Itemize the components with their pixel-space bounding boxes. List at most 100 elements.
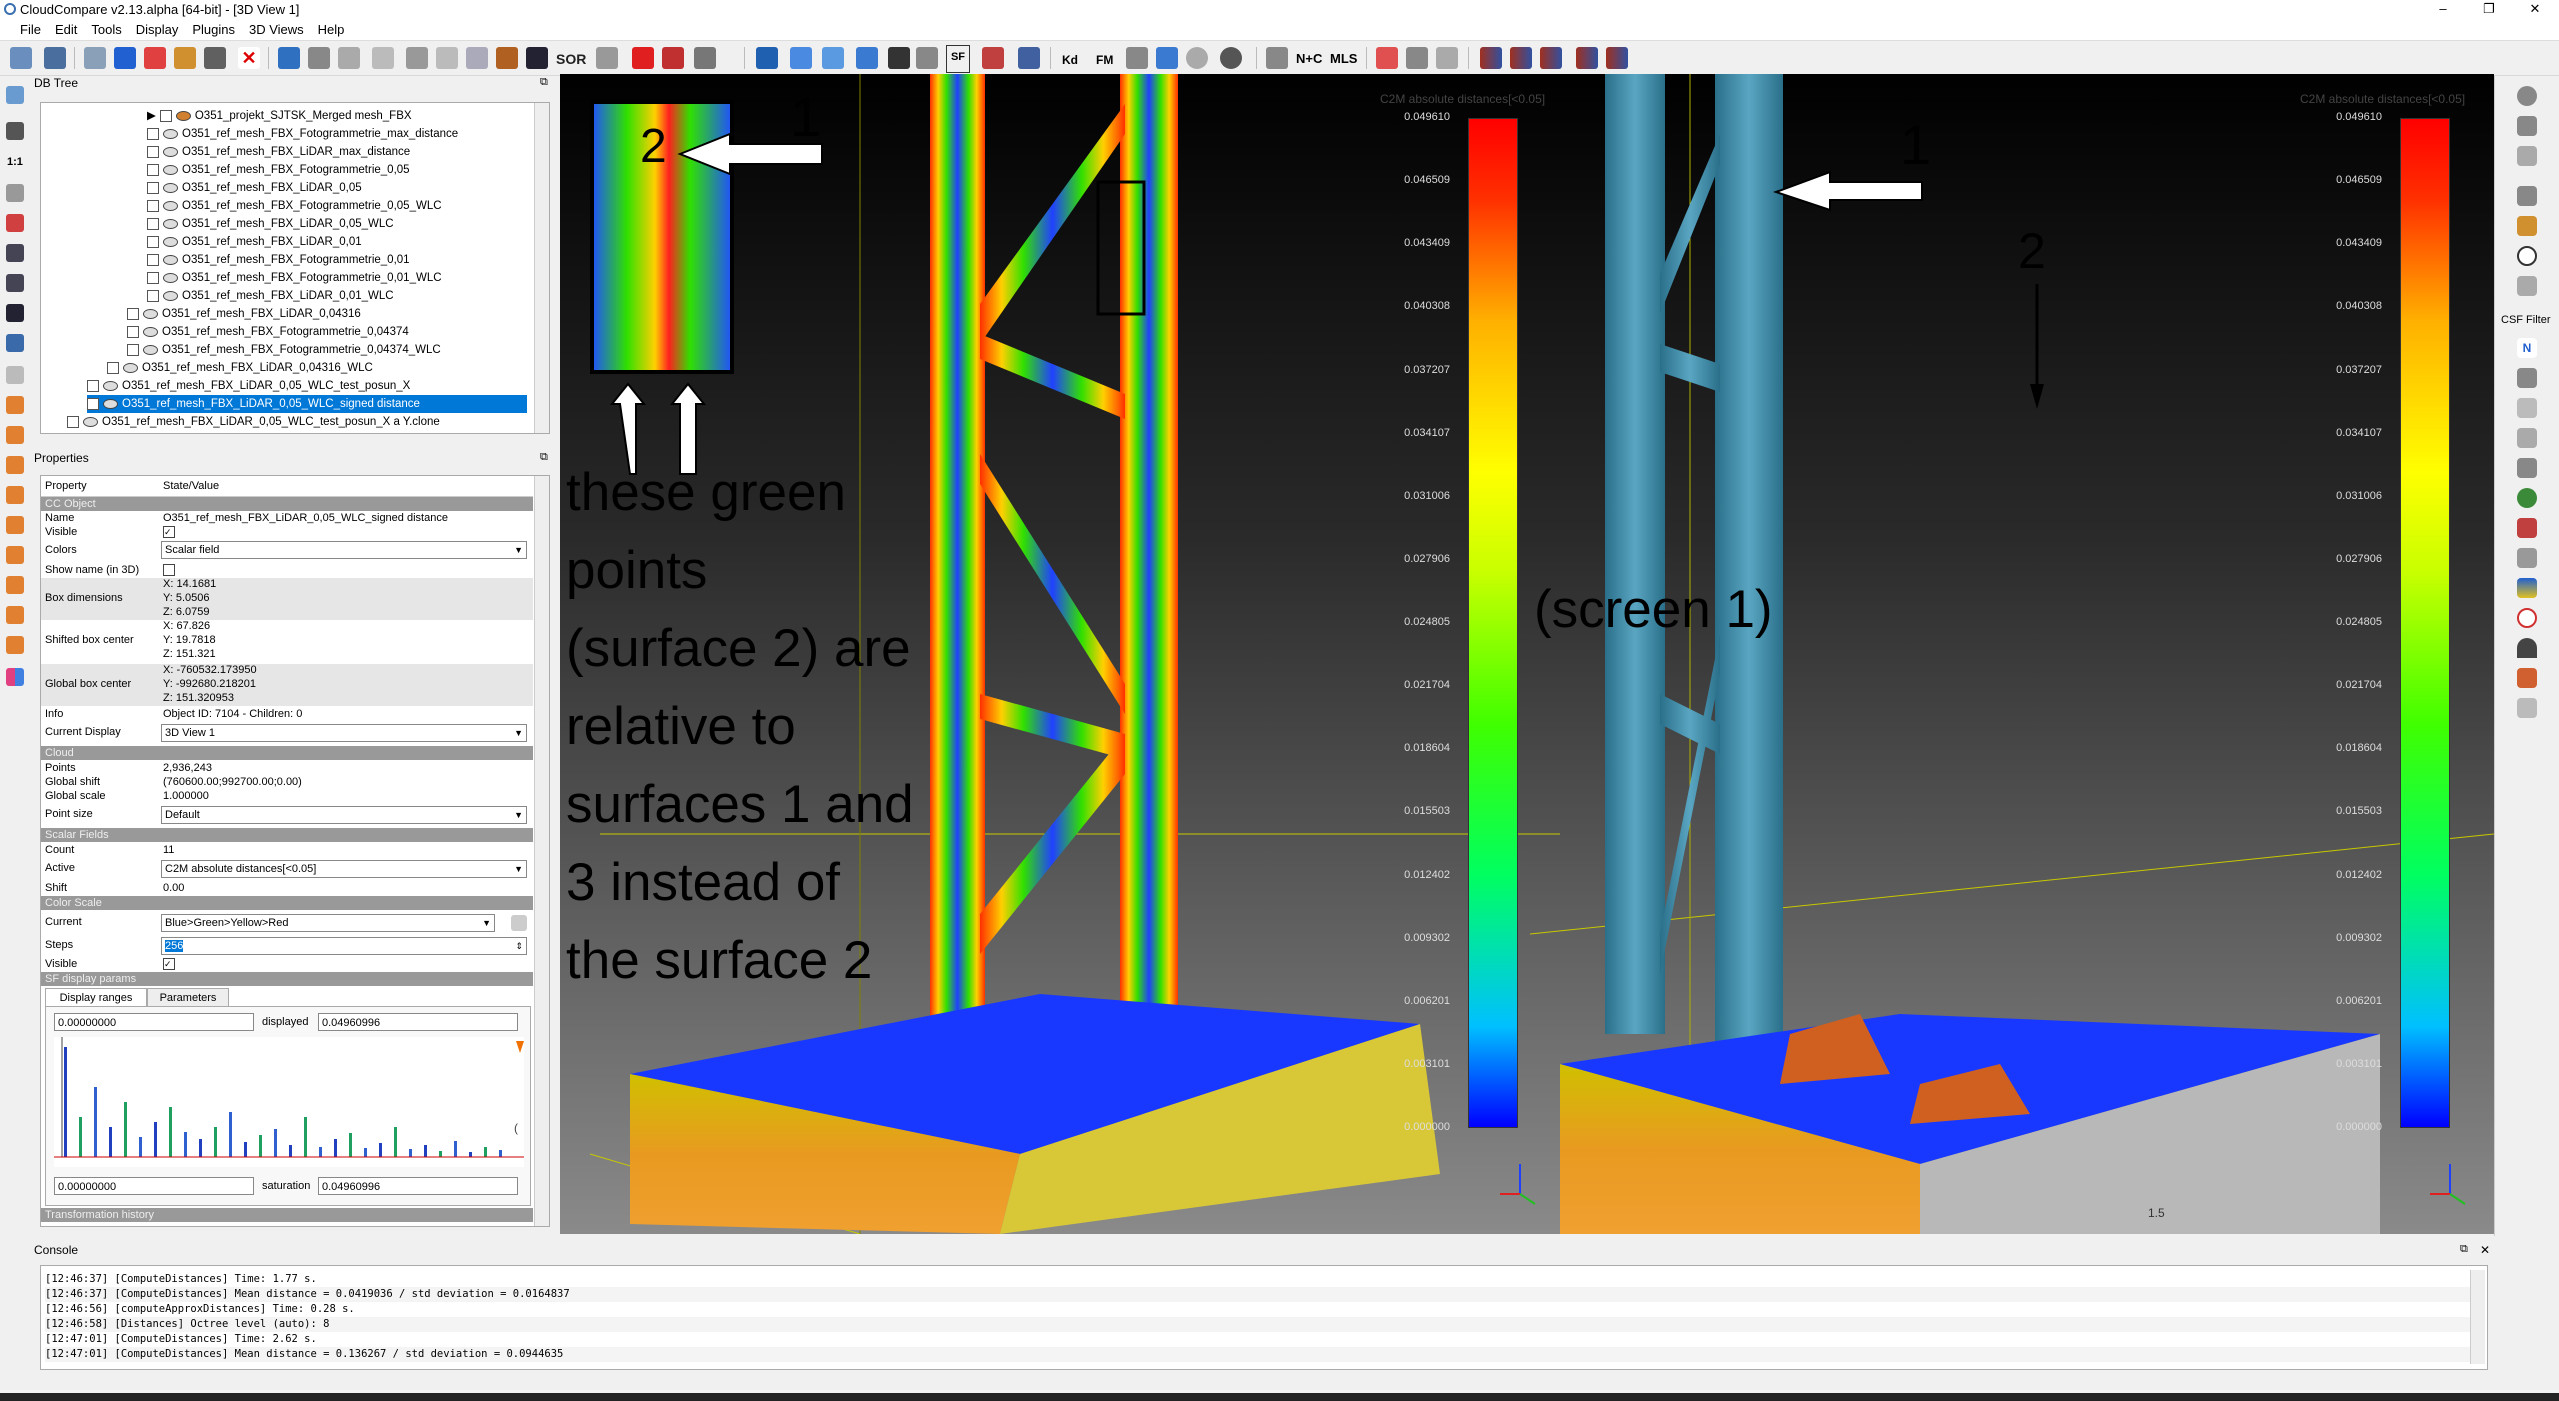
point-pick-icon[interactable] [144, 47, 166, 69]
color-ramp-5-icon[interactable] [1606, 47, 1628, 69]
pivot-icon[interactable] [6, 184, 24, 202]
perspective-icon[interactable] [6, 244, 24, 262]
plugin-8-icon[interactable] [2517, 518, 2537, 538]
canupo-train-icon[interactable] [1018, 47, 1040, 69]
right-view-icon[interactable] [6, 486, 24, 504]
tree-item[interactable]: O351_ref_mesh_FBX_LiDAR_0,05 [147, 179, 362, 197]
tree-item[interactable]: O351_ref_mesh_FBX_Fotogrammetrie_0,01_WL… [147, 269, 442, 287]
sf-gradient-icon[interactable] [790, 47, 812, 69]
visible-checkbox[interactable]: ✓ [163, 526, 175, 538]
tree-item[interactable]: O351_ref_mesh_FBX_LiDAR_0,05_WLC [147, 215, 394, 233]
color-ramp-3-icon[interactable] [1540, 47, 1562, 69]
view-mode-icon[interactable] [6, 86, 24, 104]
menu-tools[interactable]: Tools [84, 20, 128, 39]
menu-file[interactable]: File [0, 20, 48, 39]
ssao-icon[interactable] [1156, 47, 1178, 69]
fm-button[interactable]: FM [1096, 53, 1113, 67]
sor-filter-button[interactable]: SOR [556, 51, 586, 67]
tree-item[interactable]: O351_ref_mesh_FBX_LiDAR_max_distance [147, 143, 410, 161]
colors-combo[interactable]: Scalar field ▼ [161, 541, 527, 559]
console-scrollbar[interactable] [2470, 1270, 2485, 1364]
back-view-icon[interactable] [6, 456, 24, 474]
tree-item[interactable]: O351_ref_mesh_FBX_Fotogrammetrie_0,05 [147, 161, 410, 179]
hide-icon[interactable] [2517, 86, 2537, 106]
tree-item[interactable]: O351_ref_mesh_FBX_LiDAR_0,05_WLC_test_po… [87, 377, 410, 395]
add-icon[interactable] [888, 47, 910, 69]
sf-filter-icon[interactable] [822, 47, 844, 69]
sf-arithmetic-icon[interactable] [856, 47, 878, 69]
csf-filter-button[interactable]: CSF Filter [2501, 314, 2551, 326]
steps-spinbox[interactable]: 256 ⇕ [161, 937, 527, 955]
plugin-9-icon[interactable] [2517, 548, 2537, 568]
tree-item[interactable]: O351_ref_mesh_FBX_LiDAR_0,04316 [127, 305, 361, 323]
remove-sf-icon[interactable] [916, 47, 938, 69]
plugin-10-icon[interactable] [2517, 668, 2537, 688]
tree-item[interactable]: O351_ref_mesh_FBX_LiDAR_0,05_WLC_test_po… [67, 413, 440, 431]
min-displayed-input[interactable]: 0.00000000 [54, 1013, 254, 1031]
menu-help[interactable]: Help [311, 20, 352, 39]
cut-icon[interactable] [596, 47, 618, 69]
bottom-view-icon[interactable] [6, 516, 24, 534]
max-saturation-input[interactable]: 0.04960996 [318, 1177, 518, 1195]
tab-display-ranges[interactable]: Display ranges [45, 988, 147, 1007]
minimize-button[interactable]: – [2420, 0, 2466, 20]
align-icon[interactable] [436, 47, 458, 69]
iso-view-4-icon[interactable] [6, 636, 24, 654]
translate-icon[interactable] [632, 47, 654, 69]
menu-3d-views[interactable]: 3D Views [242, 20, 311, 39]
brush-icon[interactable] [2517, 216, 2537, 236]
min-saturation-input[interactable]: 0.00000000 [54, 1177, 254, 1195]
shield-icon[interactable] [2517, 276, 2537, 296]
sf-histogram[interactable]: ( [54, 1037, 524, 1167]
top-view-icon[interactable] [6, 396, 24, 414]
point-size-combo[interactable]: Default ▼ [161, 806, 527, 824]
mesh-icon[interactable] [496, 47, 518, 69]
left-view-icon[interactable] [6, 426, 24, 444]
eye-dome-icon[interactable] [1220, 47, 1242, 69]
clone-icon[interactable] [204, 47, 226, 69]
rotation-icon[interactable] [6, 304, 24, 322]
zoom-icon[interactable] [6, 334, 24, 352]
properties-scrollbar[interactable] [534, 476, 549, 1226]
console-undock-icon[interactable]: ⧉ [2460, 1243, 2468, 1256]
zoom-1-1-button[interactable]: 1:1 [7, 156, 23, 168]
plugin-2-icon[interactable] [2517, 146, 2537, 166]
tree-item[interactable]: O351_ref_mesh_FBX_Fotogrammetrie_0,04374… [127, 341, 441, 359]
tab-parameters[interactable]: Parameters [147, 988, 229, 1008]
scale-visible-checkbox[interactable]: ✓ [163, 958, 175, 970]
open-icon[interactable] [10, 47, 32, 69]
menu-edit[interactable]: Edit [48, 20, 84, 39]
color-ramp-4-icon[interactable] [1576, 47, 1598, 69]
current-display-combo[interactable]: 3D View 1 ▼ [161, 724, 527, 742]
plugin-6-icon[interactable] [2517, 428, 2537, 448]
pick-rotation-icon[interactable] [694, 47, 716, 69]
close-button[interactable]: ✕ [2512, 0, 2558, 20]
compare-icon[interactable] [466, 47, 488, 69]
stereo-icon[interactable] [6, 668, 24, 686]
facets-icon[interactable] [1436, 47, 1458, 69]
ransac-icon[interactable] [1406, 47, 1428, 69]
kd-button[interactable]: Kd [1062, 53, 1078, 67]
mls-button[interactable]: MLS [1330, 51, 1357, 66]
tree-item[interactable]: O351_ref_mesh_FBX_Fotogrammetrie_0,01 [147, 251, 410, 269]
tree-item-selected[interactable]: O351_ref_mesh_FBX_LiDAR_0,05_WLC_signed … [87, 395, 527, 413]
iso-view-2-icon[interactable] [6, 576, 24, 594]
3d-view[interactable]: 2 1 these green points (surface 2) are r… [560, 74, 2494, 1234]
tree-item[interactable]: O351_ref_mesh_FBX_Fotogrammetrie_max_dis… [147, 125, 458, 143]
maximize-button[interactable]: ❐ [2466, 0, 2512, 20]
tree-item[interactable]: O351_ref_mesh_FBX_LiDAR_0,01_WLC [147, 287, 394, 305]
compass-icon[interactable] [2517, 246, 2537, 266]
menu-display[interactable]: Display [129, 20, 186, 39]
front-view-icon[interactable] [6, 366, 24, 384]
show-name-checkbox[interactable] [163, 564, 175, 576]
color-scale-editor-icon[interactable] [511, 915, 527, 931]
menu-plugins[interactable]: Plugins [185, 20, 242, 39]
color-scale-combo[interactable]: Blue>Green>Yellow>Red ▼ [161, 914, 495, 932]
active-sf-combo[interactable]: C2M absolute distances[<0.05] ▼ [161, 860, 527, 878]
globe-icon[interactable] [2517, 488, 2537, 508]
filter-icon[interactable] [308, 47, 330, 69]
console-close-icon[interactable]: ✕ [2480, 1243, 2490, 1257]
canupo-classify-icon[interactable] [982, 47, 1004, 69]
ellipse-icon[interactable] [2517, 608, 2537, 628]
tree-item[interactable]: O351_ref_mesh_FBX_LiDAR_0,04316_WLC [107, 359, 373, 377]
